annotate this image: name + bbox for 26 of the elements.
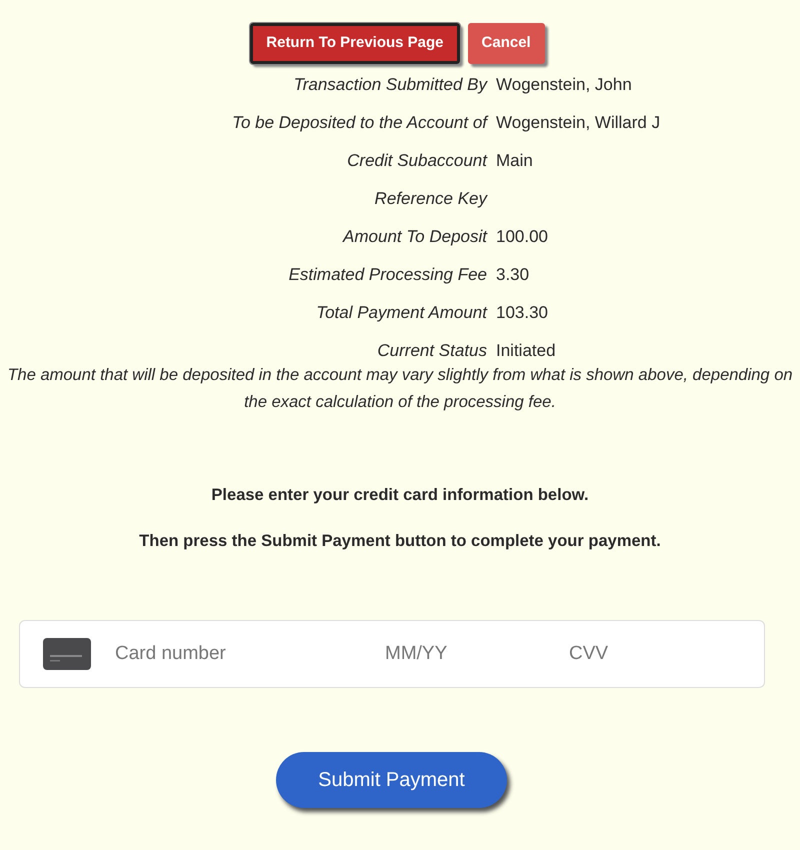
- field-label: To be Deposited to the Account of: [231, 112, 487, 134]
- field-label: Estimated Processing Fee: [288, 264, 487, 286]
- credit-card-icon: [42, 637, 92, 671]
- field-value: Wogenstein, Willard J: [496, 112, 662, 134]
- field-label: Transaction Submitted By: [292, 74, 487, 96]
- instruction-text: Please enter your credit card information below.: [210, 484, 590, 506]
- cancel-button[interactable]: Cancel: [468, 23, 545, 64]
- field-label: Total Payment Amount: [315, 302, 487, 324]
- field-value: 103.30: [496, 302, 549, 324]
- card-input-field[interactable]: Card number MM/YY CVV: [19, 620, 765, 688]
- field-label: Reference Key: [374, 188, 487, 210]
- return-button[interactable]: Return To Previous Page: [250, 23, 460, 64]
- field-label: Current Status: [376, 340, 487, 362]
- card-number-input[interactable]: Card number: [113, 638, 383, 670]
- field-value: 3.30: [496, 264, 530, 286]
- cvv-input[interactable]: CVV: [567, 638, 687, 670]
- field-value: Wogenstein, John: [496, 74, 633, 96]
- field-value: 100.00: [496, 226, 549, 248]
- field-value: Main: [496, 150, 534, 172]
- submit-payment-button[interactable]: Submit Payment: [276, 752, 507, 808]
- expiry-input[interactable]: MM/YY: [383, 638, 543, 670]
- instruction-text: Then press the Submit Payment button to complete your payment.: [138, 531, 662, 552]
- field-label: Credit Subaccount: [346, 150, 487, 172]
- field-value: Initiated: [496, 340, 557, 362]
- field-label: Amount To Deposit: [341, 226, 487, 248]
- disclaimer-text: The amount that will be deposited in the account may vary slightly from what is shown above, depending on the exact calculation of the processing fee.: [6, 364, 794, 412]
